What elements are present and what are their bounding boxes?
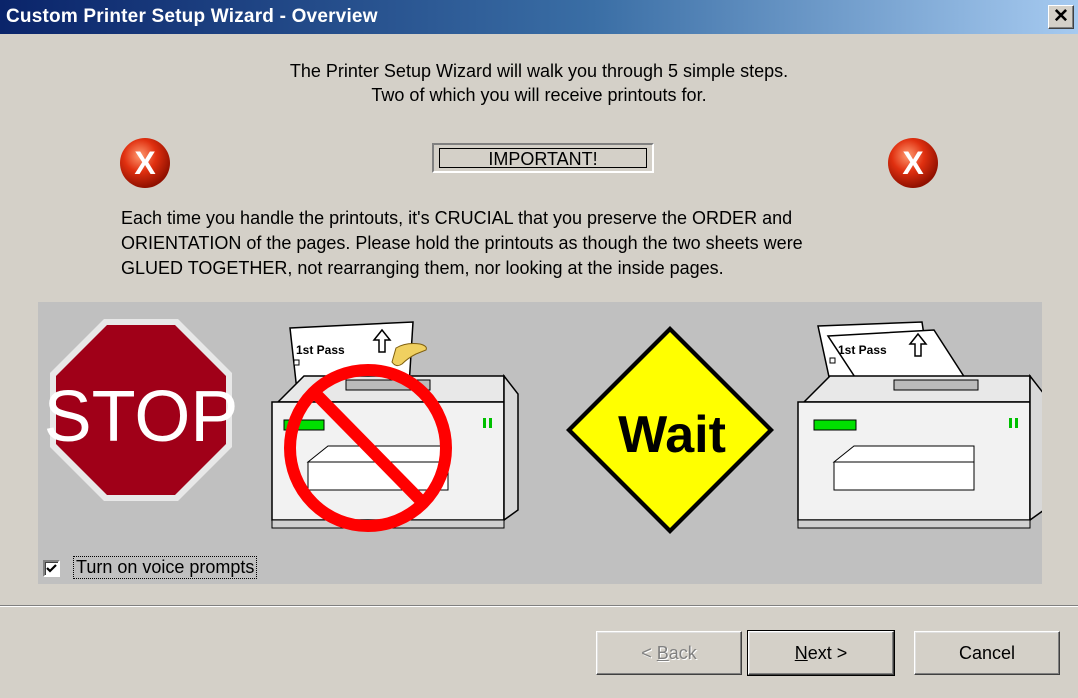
instruction-line-1: Each time you handle the printouts, it's… — [121, 208, 793, 228]
wait-sign-icon: Wait — [566, 326, 774, 534]
window-title: Custom Printer Setup Wizard - Overview — [6, 6, 378, 27]
instruction-line-3: GLUED TOGETHER, not rearranging them, no… — [121, 258, 724, 278]
illustration-panel: STOP 1st Pass Wait 1st Pass — [38, 302, 1045, 584]
important-label: IMPORTANT! — [439, 148, 647, 169]
stop-sign-text: STOP — [44, 377, 239, 457]
intro-line-1: The Printer Setup Wizard will walk you t… — [289, 61, 789, 81]
wait-sign-text: Wait — [618, 406, 726, 464]
checkmark-icon — [46, 564, 57, 573]
cancel-button[interactable]: Cancel — [914, 631, 1060, 675]
illustration: STOP 1st Pass Wait 1st Pass — [44, 319, 1045, 534]
voice-prompts-checkbox[interactable] — [43, 560, 60, 577]
voice-prompts-label[interactable]: Turn on voice prompts — [73, 556, 258, 579]
title-bar: Custom Printer Setup Wizard - Overview ✕ — [0, 0, 1078, 34]
svg-text:X: X — [134, 145, 156, 181]
stop-sign-icon: STOP — [44, 319, 239, 501]
close-button[interactable]: ✕ — [1048, 5, 1074, 29]
next-button[interactable]: Next > — [747, 630, 895, 676]
back-button[interactable]: < Back — [596, 631, 742, 675]
close-icon: ✕ — [1053, 6, 1069, 27]
paper-label: 1st Pass — [838, 343, 887, 357]
intro-line-2: Two of which you will receive printouts … — [371, 85, 707, 105]
printer-icon-correct: 1st Pass — [797, 321, 1045, 529]
printer-icon-prohibited: 1st Pass — [271, 321, 519, 532]
svg-text:X: X — [902, 145, 924, 181]
instruction-line-2: ORIENTATION of the pages. Please hold th… — [121, 233, 803, 253]
error-x-icon-right: X — [888, 138, 938, 188]
paper-label: 1st Pass — [296, 343, 345, 357]
separator — [0, 605, 1078, 607]
important-label-box: IMPORTANT! — [432, 143, 654, 173]
error-x-icon-left: X — [120, 138, 170, 188]
